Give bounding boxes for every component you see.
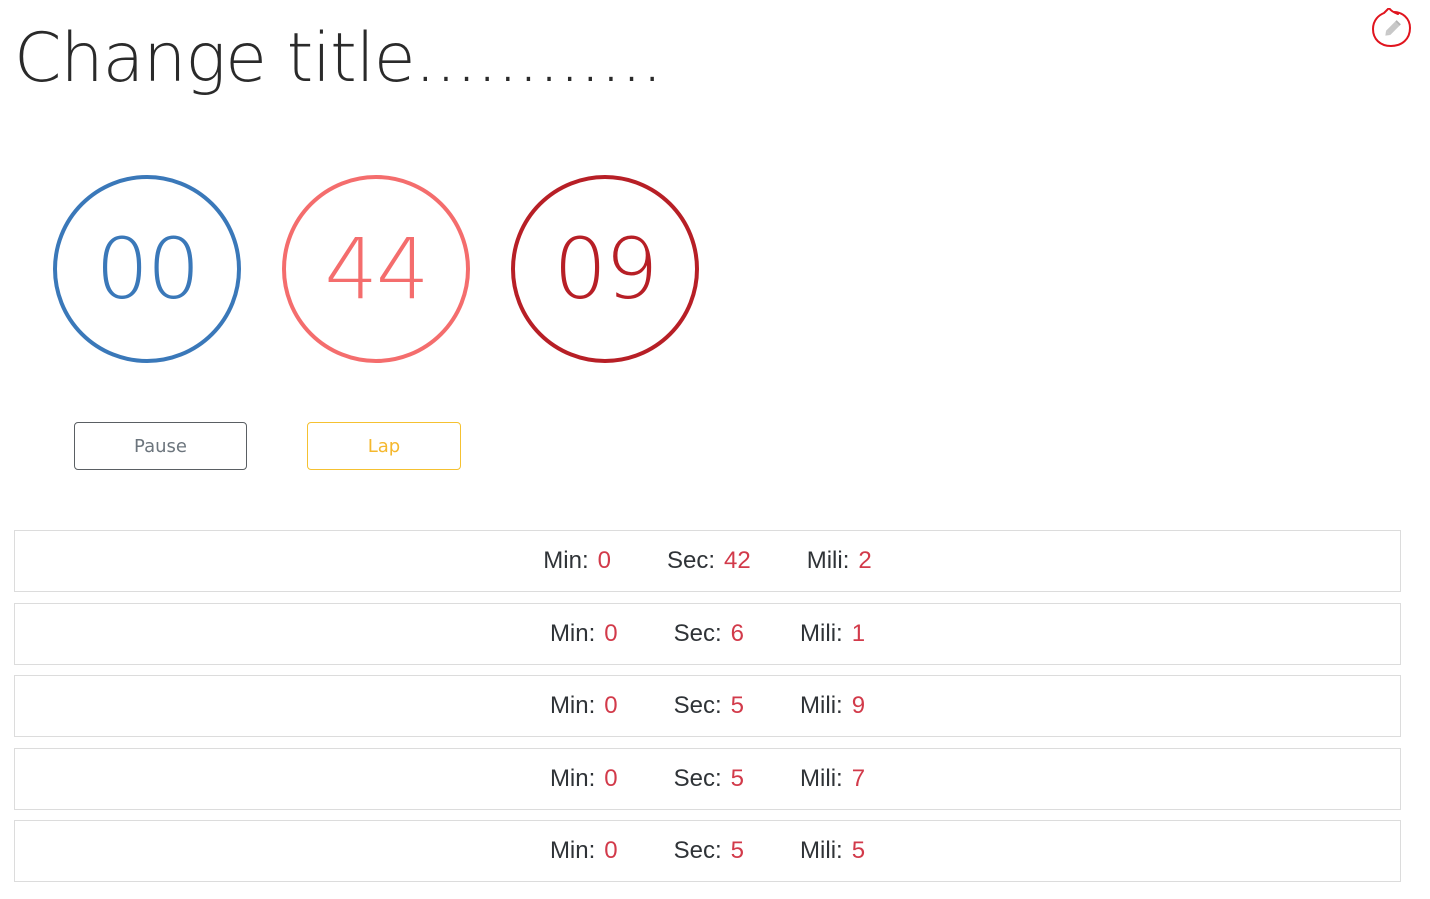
lap-min-label: Min:: [549, 764, 596, 792]
pencil-icon: [1371, 8, 1412, 48]
lap-min-label: Min:: [549, 692, 596, 719]
lap-sec-value: 5: [730, 764, 745, 792]
lap-min-group: Min: 0: [550, 620, 618, 648]
lap-min-group: Min: 0: [543, 547, 611, 575]
lap-sec-value: 6: [730, 619, 745, 647]
lap-row: Min: 0 Sec: 5 Mili: 9: [14, 675, 1401, 737]
lap-mili-group: Mili: 9: [800, 692, 865, 720]
pause-button[interactable]: Pause: [74, 422, 247, 470]
lap-min-value: 0: [604, 764, 618, 792]
lap-row: Min: 0 Sec: 6 Mili: 1: [14, 602, 1401, 665]
lap-min-label: Min:: [549, 619, 596, 647]
lap-row: Min: 0 Sec: 5 Mili: 5: [14, 820, 1401, 882]
lap-sec-group: Sec: 42: [667, 547, 751, 575]
lap-sec-label: Sec:: [673, 764, 722, 792]
lap-mili-value: 1: [851, 619, 866, 647]
lap-min-group: Min: 0: [550, 692, 618, 720]
lap-mili-group: Mili: 1: [800, 620, 865, 648]
lap-sec-group: Sec: 5: [674, 837, 744, 865]
lap-mili-group: Mili: 7: [800, 765, 865, 793]
page-title[interactable]: Change title............: [14, 21, 663, 97]
lap-mili-value: 7: [851, 764, 866, 792]
lap-sec-label: Sec:: [673, 619, 722, 647]
lap-mili-label: Mili:: [800, 692, 843, 719]
timer-display: 00 44 09: [53, 175, 699, 363]
lap-mili-label: Mili:: [800, 837, 843, 864]
lap-mili-value: 2: [858, 547, 872, 574]
lap-list: Min: 0 Sec: 42 Mili: 2 Min: 0 Sec: 6 Mili: 1 Min: 0 Se…: [14, 530, 1401, 893]
lap-sec-value: 5: [730, 837, 745, 864]
lap-mili-label: Mili:: [800, 764, 843, 792]
edit-title-button[interactable]: [1370, 8, 1412, 50]
lap-min-value: 0: [604, 619, 618, 647]
lap-sec-group: Sec: 5: [674, 692, 744, 720]
lap-min-value: 0: [604, 692, 618, 719]
lap-sec-group: Sec: 6: [674, 620, 744, 648]
minutes-circle: 00: [53, 175, 241, 363]
millis-circle: 09: [511, 175, 699, 363]
lap-row: Min: 0 Sec: 42 Mili: 2: [14, 530, 1401, 592]
lap-mili-label: Mili:: [806, 547, 850, 574]
lap-min-value: 0: [604, 837, 618, 864]
lap-mili-value: 9: [851, 692, 866, 719]
lap-button[interactable]: Lap: [307, 422, 461, 470]
seconds-circle: 44: [282, 175, 470, 363]
lap-sec-value: 5: [730, 692, 745, 719]
lap-row: Min: 0 Sec: 5 Mili: 7: [14, 747, 1401, 810]
lap-sec-label: Sec:: [673, 692, 722, 719]
lap-mili-group: Mili: 2: [807, 547, 872, 575]
lap-sec-value: 42: [724, 547, 751, 574]
lap-min-label: Min:: [549, 837, 596, 864]
lap-min-group: Min: 0: [550, 765, 618, 793]
lap-sec-label: Sec:: [673, 837, 722, 864]
lap-min-value: 0: [597, 547, 611, 574]
lap-sec-group: Sec: 5: [674, 765, 744, 793]
stopwatch-page: Change title............ 00 44 09 Pause …: [0, 0, 1430, 899]
lap-min-label: Min:: [543, 547, 589, 574]
lap-mili-value: 5: [851, 837, 866, 864]
lap-min-group: Min: 0: [550, 837, 618, 865]
lap-sec-label: Sec:: [666, 547, 715, 574]
lap-mili-group: Mili: 5: [800, 837, 865, 865]
lap-mili-label: Mili:: [800, 619, 843, 647]
